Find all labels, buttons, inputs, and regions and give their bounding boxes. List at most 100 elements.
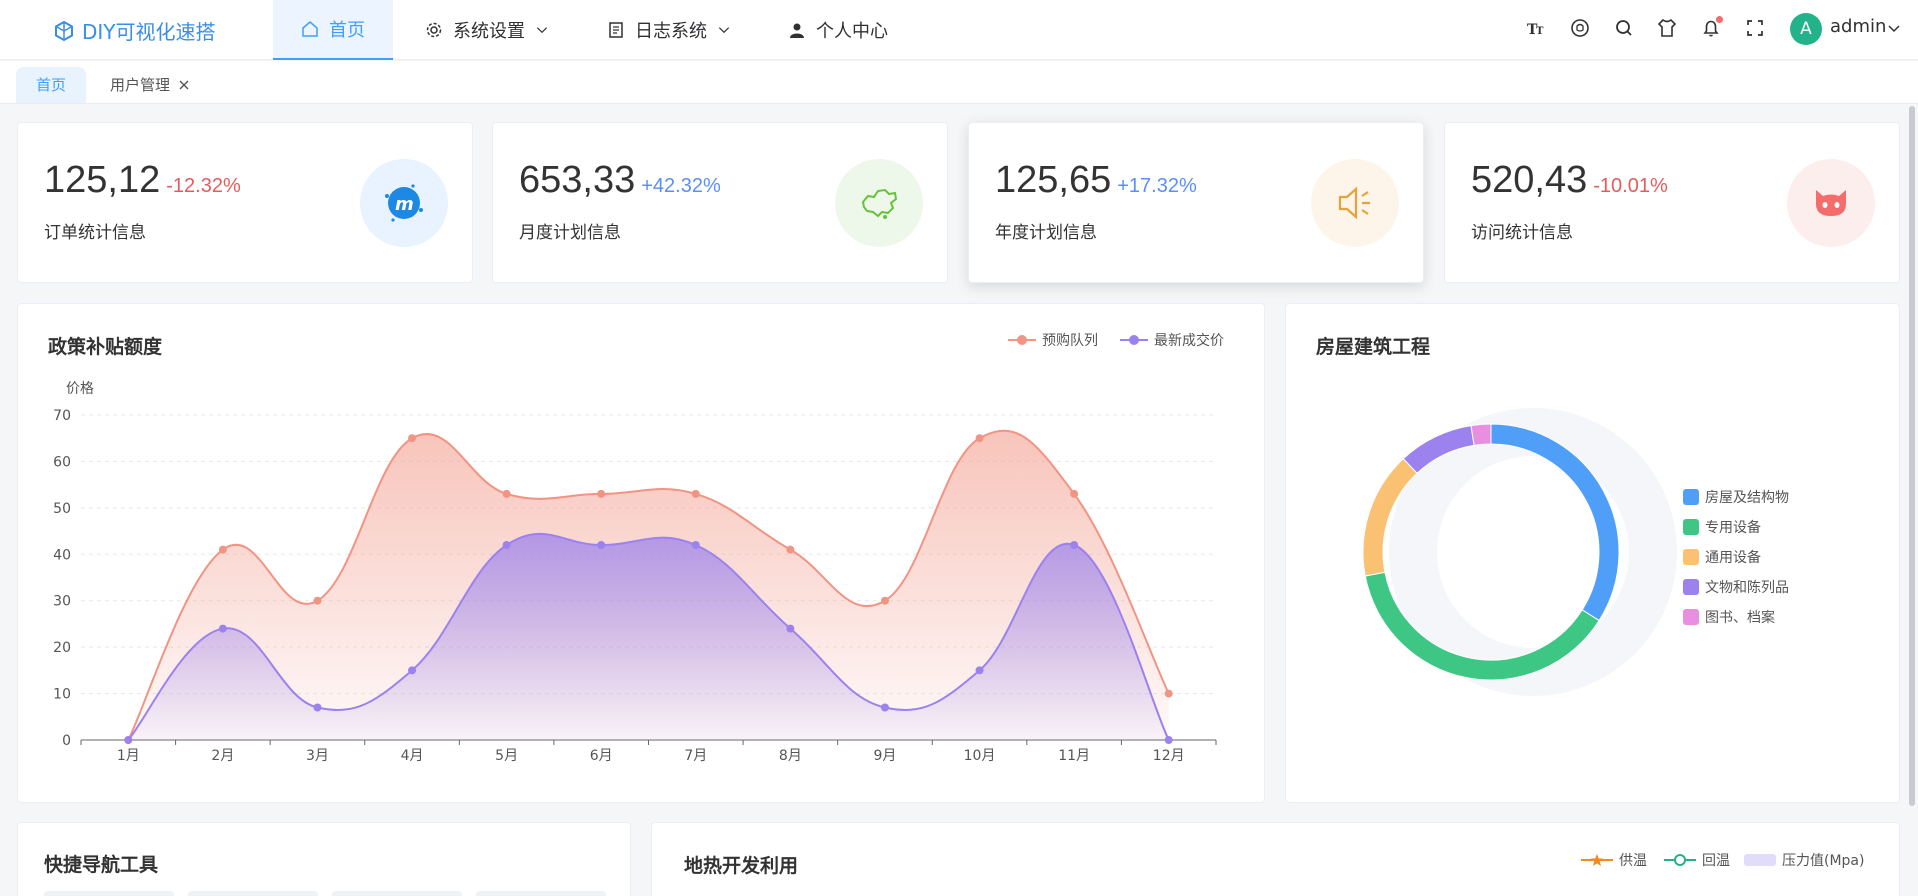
svg-text:T: T	[1536, 26, 1544, 37]
stat-card-monthly-plan[interactable]: 653,33 +42.32% 月度计划信息	[492, 122, 948, 283]
data-point[interactable]	[691, 541, 700, 549]
nav-system-settings[interactable]: 系统设置	[425, 0, 549, 60]
speaker-icon	[1338, 186, 1370, 220]
nav-tool-tile[interactable]	[476, 891, 606, 896]
chevron-down-icon	[718, 27, 730, 34]
x-tick-label: 9月	[873, 748, 896, 764]
data-point[interactable]	[1070, 541, 1079, 549]
github-cat-icon	[1816, 190, 1846, 216]
y-tick-label: 10	[53, 687, 71, 703]
stat-change: +17.32%	[1117, 175, 1197, 197]
stat-card-orders[interactable]: 125,12 -12.32% 订单统计信息 m	[17, 122, 473, 283]
data-point[interactable]	[218, 624, 227, 633]
x-tick-label: 12月	[1153, 748, 1185, 764]
tab-home-label: 首页	[36, 76, 67, 94]
y-tick-label: 40	[53, 547, 71, 563]
data-point[interactable]	[502, 541, 511, 549]
data-point[interactable]	[218, 545, 227, 554]
app-logo[interactable]: DIY可视化速搭	[54, 16, 216, 45]
donut-legend-item[interactable]: 图书、档案	[1683, 602, 1789, 632]
chart-legend-item[interactable]: 供温	[1581, 850, 1647, 870]
user-icon	[790, 23, 804, 38]
nav-tool-tile[interactable]	[332, 891, 462, 896]
data-point[interactable]	[313, 596, 322, 605]
nav-tool-tile[interactable]	[188, 891, 318, 896]
close-icon[interactable]	[178, 79, 190, 91]
data-point[interactable]	[1164, 736, 1173, 744]
data-point[interactable]	[691, 489, 700, 498]
github-circle-icon	[1571, 19, 1589, 37]
data-point[interactable]	[124, 736, 133, 744]
stat-value: 520,43	[1471, 159, 1588, 201]
avatar[interactable]: A	[1790, 13, 1822, 45]
stat-card-visits[interactable]: 520,43 -10.01% 访问统计信息	[1444, 122, 1900, 283]
page-scrollbar[interactable]	[1908, 104, 1916, 896]
fullscreen-button[interactable]	[1745, 18, 1765, 38]
data-point[interactable]	[786, 624, 795, 633]
data-point[interactable]	[975, 666, 984, 675]
data-point[interactable]	[880, 703, 889, 712]
cube-logo-icon	[55, 20, 73, 41]
svg-text:m: m	[395, 194, 414, 215]
quick-nav-card: 快捷导航工具	[17, 822, 631, 896]
nav-log-system-label: 日志系统	[635, 21, 707, 42]
geothermal-card: 地热开发利用 供温 回温 压力值(Mpa)	[651, 822, 1900, 896]
stat-card-annual-plan[interactable]: 125,65 +17.32% 年度计划信息	[968, 122, 1424, 283]
legend-swatch	[1683, 609, 1699, 625]
nav-tool-tile[interactable]	[44, 891, 174, 896]
legend-swatch	[1683, 489, 1699, 505]
donut-legend-item[interactable]: 房屋及结构物	[1683, 482, 1789, 512]
y-tick-label: 50	[53, 501, 71, 517]
x-tick-label: 1月	[117, 748, 140, 764]
skin-button[interactable]	[1657, 18, 1677, 38]
username[interactable]: admin	[1830, 16, 1886, 37]
legend-swatch	[1683, 579, 1699, 595]
nav-home[interactable]: 首页	[273, 0, 393, 60]
search-button[interactable]	[1614, 18, 1634, 38]
data-point[interactable]	[786, 545, 795, 554]
data-point[interactable]	[597, 489, 606, 498]
x-tick-label: 3月	[306, 748, 329, 764]
x-tick-label: 5月	[495, 748, 518, 764]
chevron-down-icon[interactable]	[1886, 20, 1902, 36]
data-point[interactable]	[313, 703, 322, 712]
donut-legend-item[interactable]: 专用设备	[1683, 512, 1789, 542]
y-tick-label: 70	[53, 408, 71, 424]
data-point[interactable]	[880, 596, 889, 605]
legend-label: 通用设备	[1705, 550, 1761, 566]
donut-legend-item[interactable]: 文物和陈列品	[1683, 572, 1789, 602]
top-header: DIY可视化速搭 首页 系统设置 日志系统 个人中心 TT A admin	[0, 0, 1918, 60]
data-point[interactable]	[408, 666, 417, 675]
data-point[interactable]	[1070, 489, 1079, 498]
notification-button[interactable]	[1701, 16, 1723, 38]
search-icon	[1616, 20, 1632, 36]
star-marker-icon	[1581, 854, 1613, 866]
nav-personal-center[interactable]: 个人中心	[788, 0, 888, 60]
chart-legend-item[interactable]: 回温	[1664, 850, 1730, 870]
y-tick-label: 20	[53, 640, 71, 656]
data-point[interactable]	[1164, 689, 1173, 698]
theme-button[interactable]	[1570, 18, 1590, 38]
app-title: DIY可视化速搭	[82, 20, 216, 44]
legend-label: 压力值(Mpa)	[1782, 853, 1865, 869]
donut-legend-item[interactable]: 通用设备	[1683, 542, 1789, 572]
stat-value-wrap: 520,43 -10.01%	[1471, 159, 1668, 202]
stat-value: 653,33	[519, 159, 636, 201]
scrollbar-thumb[interactable]	[1909, 106, 1915, 806]
data-point[interactable]	[408, 434, 417, 443]
donut-legend: 房屋及结构物 专用设备通用设备文物和陈列品 图书、档案	[1683, 482, 1789, 632]
nav-log-system[interactable]: 日志系统	[607, 0, 731, 60]
area-chart: 0 10 20 30 40 50 60 70 价格 1月 2月 3月 4月 5月 6月 7月 8月 9月 10月 11…	[53, 381, 1217, 764]
stat-icon-circle: m	[360, 159, 448, 247]
font-size-button[interactable]: TT	[1526, 18, 1546, 38]
stat-change: -10.01%	[1593, 175, 1668, 197]
data-point[interactable]	[975, 434, 984, 443]
data-point[interactable]	[597, 541, 606, 549]
china-map-icon	[861, 188, 898, 219]
stat-value-wrap: 125,65 +17.32%	[995, 159, 1197, 202]
tab-user-management[interactable]: 用户管理	[90, 67, 210, 103]
font-size-icon: TT	[1527, 22, 1544, 38]
tab-home[interactable]: 首页	[16, 67, 87, 103]
data-point[interactable]	[502, 489, 511, 498]
chart-legend-item[interactable]: 压力值(Mpa)	[1744, 850, 1864, 870]
